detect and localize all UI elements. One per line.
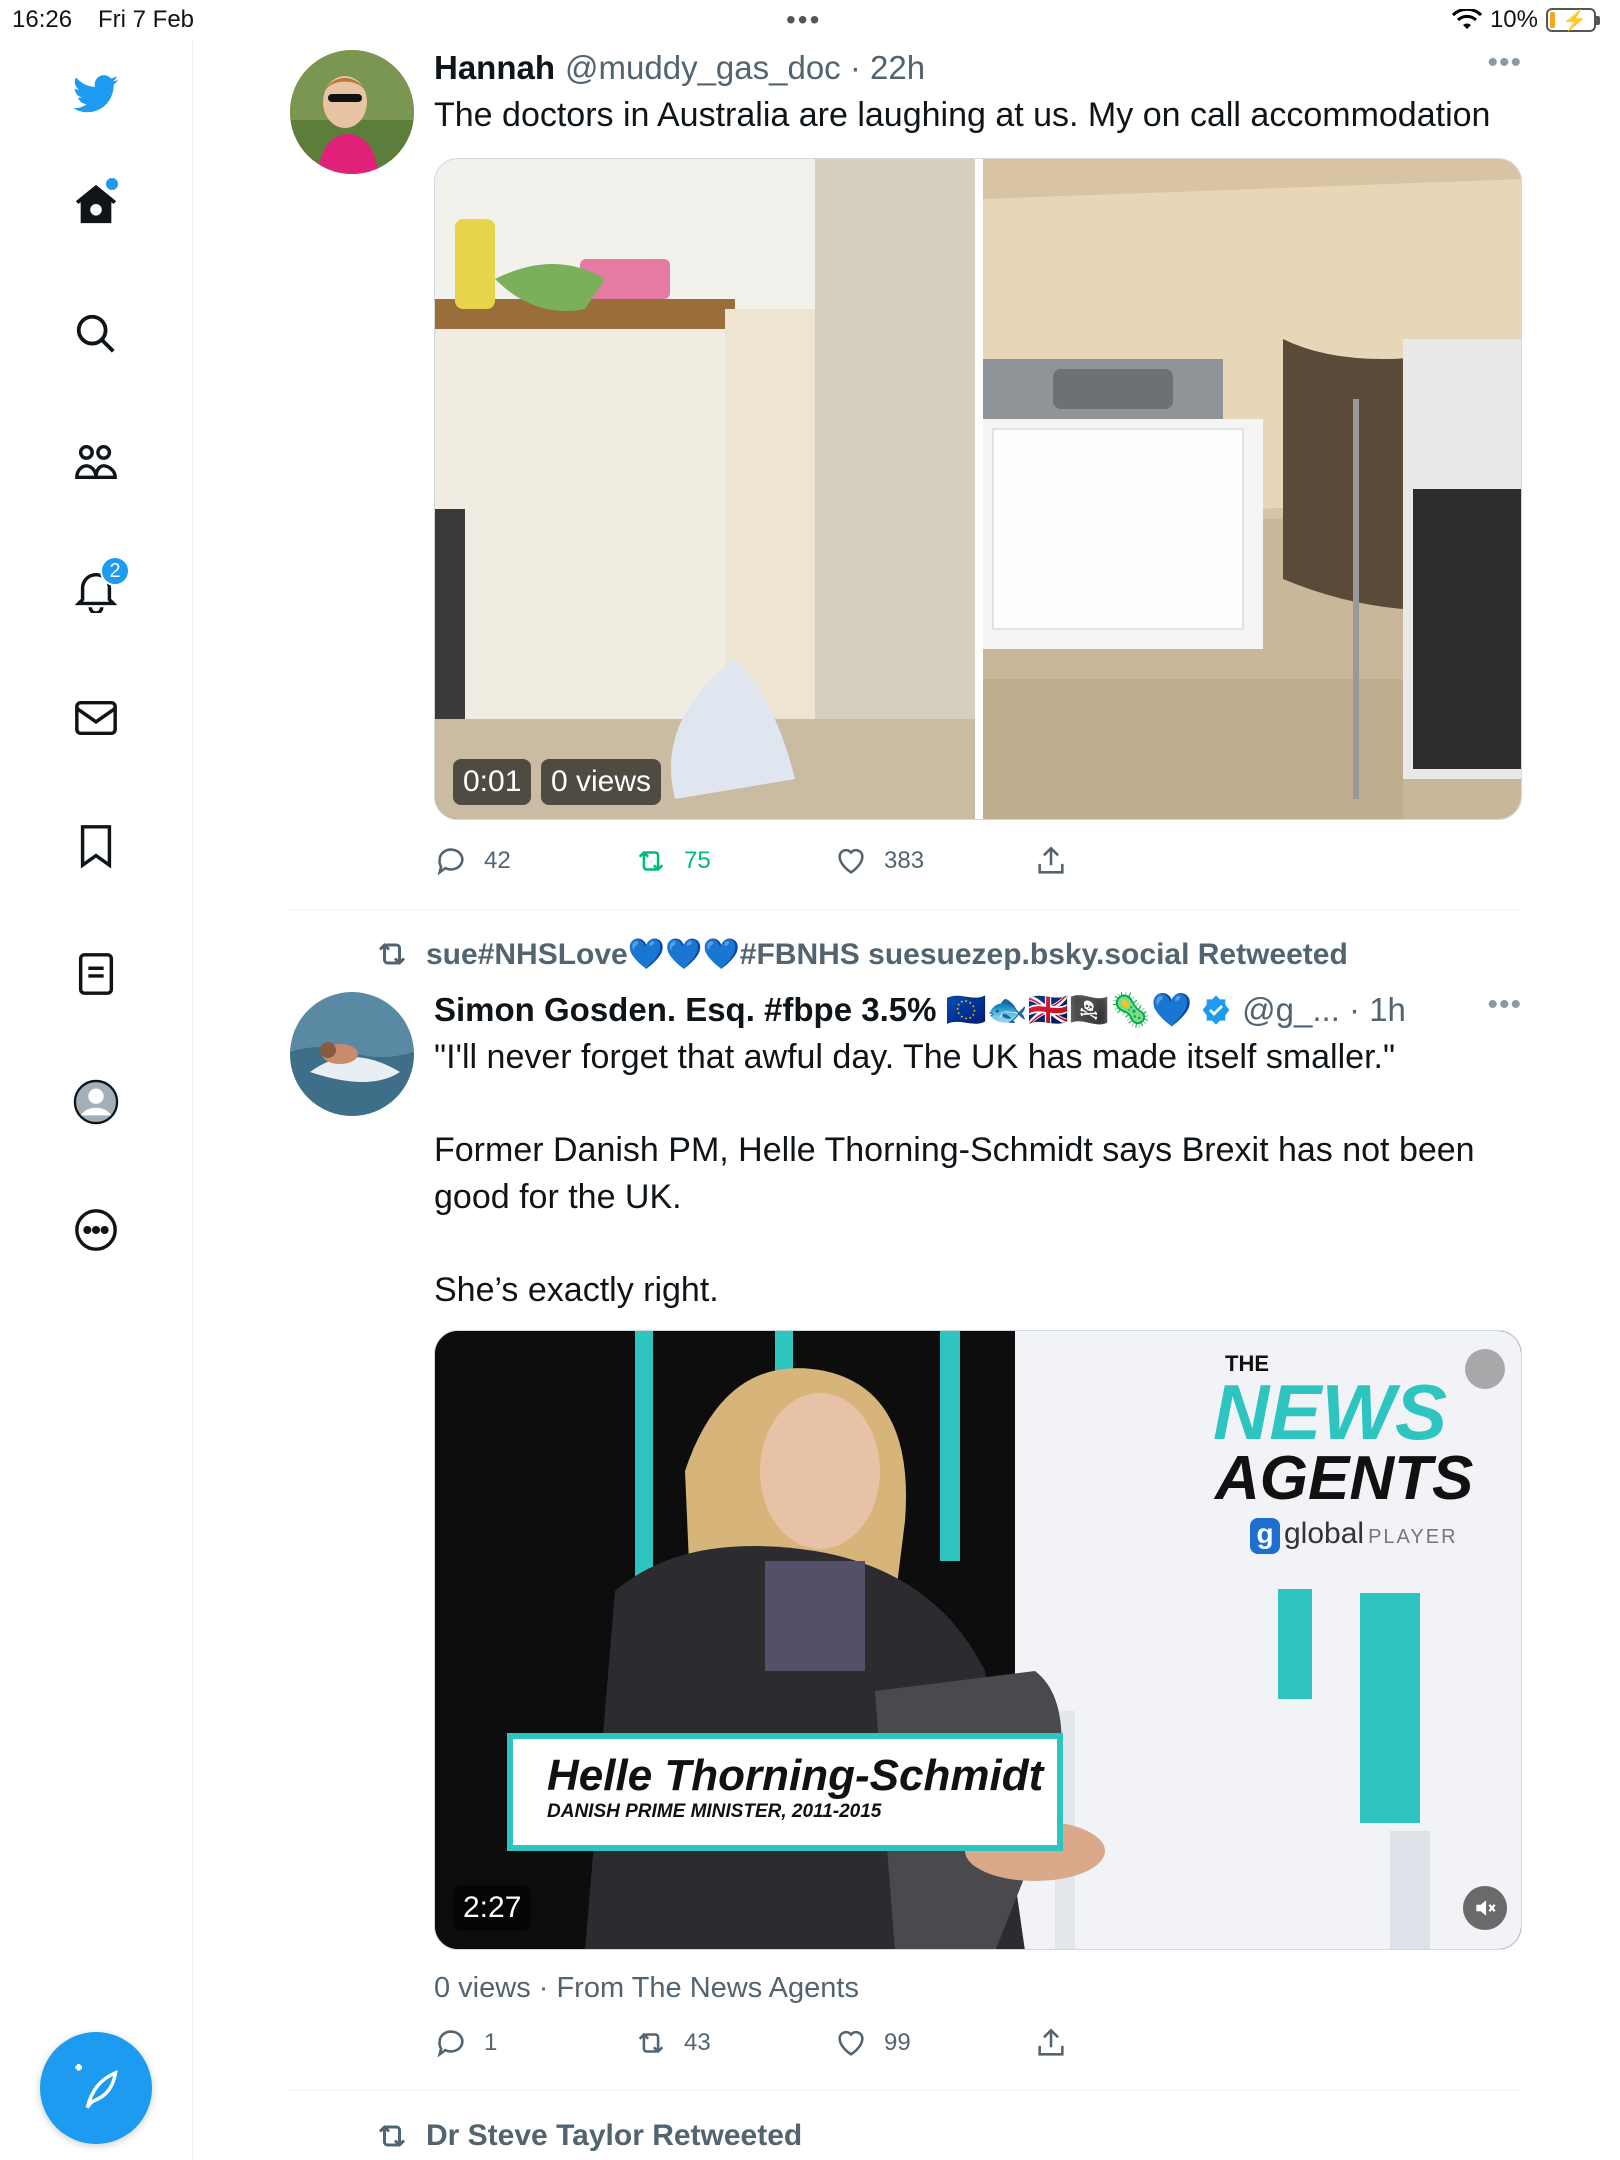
- like-button[interactable]: 383: [834, 844, 1034, 878]
- reply-count: 1: [484, 2029, 498, 2056]
- like-count: 383: [884, 847, 925, 874]
- heart-icon: [838, 2030, 864, 2056]
- tweet-actions: 42 75 383: [434, 844, 1234, 878]
- battery-percent: 10%: [1489, 6, 1538, 33]
- battery-icon: ⚡: [1546, 8, 1600, 32]
- messages-envelope-icon[interactable]: [70, 692, 122, 744]
- retweet-button[interactable]: 43: [634, 2026, 834, 2060]
- author-name[interactable]: Simon Gosden. Esq. #fbpe 3.5% 🇪🇺🐟🇬🇧🏴‍☠️🦠…: [434, 991, 1192, 1030]
- mute-icon: [1476, 1900, 1496, 1916]
- tweet-text-line-1: "I'll never forget that awful day. The U…: [434, 1038, 1396, 1076]
- tweet-video[interactable]: THE NEWS AGENTS g global PLAYER Helle Th…: [434, 1330, 1522, 1950]
- lower-third-caption: Helle Thorning-Schmidt DANISH PRIME MINI…: [507, 1733, 1063, 1851]
- compose-feather-icon: [75, 2064, 118, 2109]
- player-text: PLAYER: [1368, 1526, 1458, 1548]
- retweet-icon: [378, 942, 406, 966]
- notifications-bell-icon[interactable]: 2: [70, 556, 130, 616]
- status-time: 16:26: [12, 6, 73, 33]
- lists-icon[interactable]: [70, 948, 122, 1000]
- multitasking-dots-icon[interactable]: •••: [786, 4, 821, 36]
- search-icon[interactable]: [70, 308, 122, 360]
- video-views: 0 views: [541, 759, 662, 805]
- retweet-icon: [638, 2032, 664, 2054]
- share-button[interactable]: [1034, 2026, 1234, 2060]
- retweet-icon: [378, 2124, 406, 2148]
- reply-icon: [437, 848, 464, 876]
- tweet-text-line-2: Former Danish PM, Helle Thorning-Schmidt…: [434, 1131, 1475, 1216]
- global-g-icon: g: [1250, 1518, 1280, 1554]
- tweet-text-line-3: She’s exactly right.: [434, 1271, 719, 1309]
- photo-thumbnail[interactable]: [983, 159, 1521, 819]
- tweet-divider: [290, 909, 1522, 910]
- wifi-icon: [1451, 9, 1482, 29]
- share-button[interactable]: [1034, 844, 1234, 878]
- video-duration: 2:27: [453, 1885, 532, 1931]
- retweeted-by-text: Dr Steve Taylor Retweeted: [426, 2119, 803, 2152]
- profile-avatar-icon[interactable]: [70, 1076, 122, 1128]
- share-icon: [1038, 846, 1064, 874]
- caption-name: Helle Thorning-Schmidt: [547, 1751, 1044, 1800]
- retweet-icon: [638, 850, 664, 872]
- compose-tweet-button[interactable]: [40, 2032, 152, 2144]
- heart-icon: [838, 848, 864, 874]
- retweet-button[interactable]: 75: [634, 844, 834, 878]
- author-handle[interactable]: @muddy_gas_doc · 22h: [565, 49, 925, 87]
- verified-badge-icon: [1202, 995, 1230, 1025]
- status-date: Fri 7 Feb: [98, 6, 195, 33]
- tweet-text: The doctors in Australia are laughing at…: [434, 96, 1491, 134]
- retweeted-by-text: sue#NHSLove💙💙💙#FBNHS suesuezep.bsky.soci…: [426, 937, 1348, 971]
- captions-icon[interactable]: [1465, 1349, 1505, 1389]
- avatar-hannah[interactable]: [290, 50, 414, 174]
- home-icon[interactable]: [70, 178, 122, 230]
- mute-button[interactable]: [1463, 1886, 1507, 1930]
- caption-title: DANISH PRIME MINISTER, 2011-2015: [547, 1801, 882, 1822]
- retweet-count: 43: [684, 2029, 711, 2056]
- tweet-actions: 1 43 99: [434, 2026, 1234, 2060]
- global-text: global: [1284, 1517, 1365, 1550]
- author-handle[interactable]: @g_... · 1h: [1242, 991, 1406, 1029]
- reply-button[interactable]: 42: [434, 844, 634, 878]
- author-name[interactable]: Hannah: [434, 49, 555, 87]
- like-button[interactable]: 99: [834, 2026, 1034, 2060]
- video-thumbnail[interactable]: 0:01 0 views: [435, 159, 975, 819]
- more-options-icon[interactable]: [70, 1204, 122, 1256]
- reply-count: 42: [484, 847, 511, 874]
- tweet-more-icon[interactable]: •••: [1487, 46, 1522, 80]
- bookmarks-icon[interactable]: [70, 820, 122, 872]
- new-posts-dot: [106, 178, 118, 190]
- video-meta: 0 views · From The News Agents: [434, 1972, 859, 2004]
- global-player-logo: g global PLAYER: [1250, 1517, 1458, 1554]
- communities-icon[interactable]: [70, 436, 122, 488]
- tweet-divider: [290, 2090, 1522, 2091]
- news-agents-agents: AGENTS: [1215, 1444, 1474, 1513]
- retweeted-by-line[interactable]: Dr Steve Taylor Retweeted: [374, 2118, 802, 2154]
- retweeted-by-line[interactable]: sue#NHSLove💙💙💙#FBNHS suesuezep.bsky.soci…: [374, 936, 1348, 972]
- video-timestamp: 0:01: [453, 759, 532, 805]
- tweet-more-icon[interactable]: •••: [1487, 988, 1522, 1022]
- twitter-logo-icon[interactable]: [70, 68, 122, 120]
- avatar-simon[interactable]: [290, 992, 414, 1116]
- retweet-count: 75: [684, 847, 711, 874]
- reply-icon: [437, 2030, 464, 2058]
- like-count: 99: [884, 2029, 911, 2056]
- sidebar: 2: [0, 40, 193, 2160]
- notifications-badge: 2: [100, 556, 130, 586]
- reply-button[interactable]: 1: [434, 2026, 634, 2060]
- tweet-media[interactable]: 0:01 0 views: [434, 158, 1522, 820]
- status-bar: 16:26 Fri 7 Feb ••• 10% ⚡: [0, 0, 1620, 40]
- share-icon: [1038, 2028, 1064, 2056]
